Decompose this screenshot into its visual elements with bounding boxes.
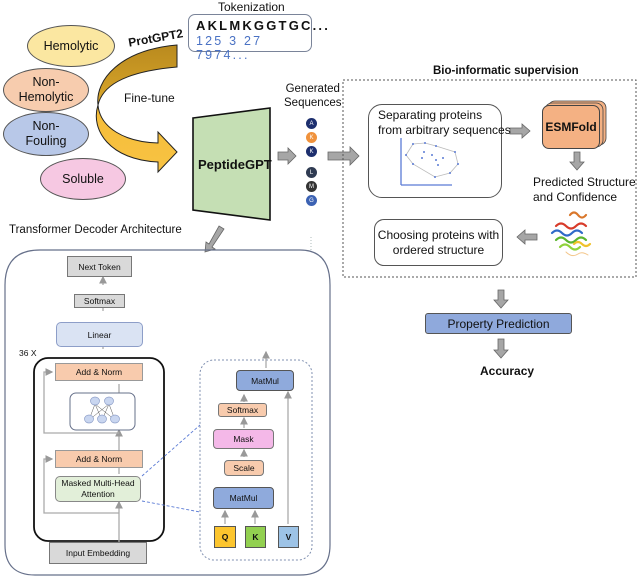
arrow-peptidegpt-to-decoder xyxy=(204,225,225,253)
token-letters: AKLMKGGTGC... xyxy=(196,18,331,33)
arrow-peptidegpt-to-sequences xyxy=(277,147,297,165)
input-embedding-box: Input Embedding xyxy=(49,542,147,564)
repeat-count-label: 36 X xyxy=(19,348,37,358)
separating-line2: from arbitrary sequences xyxy=(378,123,511,137)
scale-box: Scale xyxy=(224,460,264,476)
property-hemolytic: Hemolytic xyxy=(27,25,115,67)
matmul-bottom-box: MatMul xyxy=(213,487,274,509)
tokenization-box: AKLMKGGTGC... 125 3 27 7974... xyxy=(188,14,328,62)
choosing-line1: Choosing proteins with xyxy=(377,227,500,242)
generated-title-line1: Generated xyxy=(285,83,340,95)
attention-line2: Attention xyxy=(81,489,115,499)
arrow-property-to-accuracy xyxy=(493,338,509,359)
sequence-bead: A xyxy=(306,118,317,129)
arrow-structure-to-choosing xyxy=(516,229,538,245)
arrow-separating-to-esmfold xyxy=(509,123,531,139)
attention-line1: Masked Multi-Head xyxy=(61,478,135,488)
softmax-box: Softmax xyxy=(74,294,125,308)
accuracy-label: Accuracy xyxy=(480,364,535,378)
next-token-box: Next Token xyxy=(67,256,132,277)
attention-softmax-box: Softmax xyxy=(218,403,267,417)
arrow-supervision-to-property xyxy=(493,289,509,309)
predicted-line1: Predicted Structure xyxy=(533,175,636,189)
decoder-title: Transformer Decoder Architecture xyxy=(9,224,182,236)
choosing-proteins-box: Choosing proteins with ordered structure xyxy=(374,219,503,266)
property-non-fouling: Non- Fouling xyxy=(3,112,89,156)
predicted-structure-label: Predicted Structure and Confidence xyxy=(533,175,636,205)
add-norm-bottom-box: Add & Norm xyxy=(55,450,143,468)
sequence-bead: G xyxy=(306,195,317,206)
key-box: K xyxy=(245,526,266,548)
predicted-line2: and Confidence xyxy=(533,190,618,204)
token-ids: 125 3 27 7974... xyxy=(196,34,263,62)
separating-line1: Separating proteins xyxy=(378,108,483,122)
masked-attention-box: Masked Multi-Head Attention xyxy=(55,476,141,502)
add-norm-top-box: Add & Norm xyxy=(55,363,143,381)
property-soluble: Soluble xyxy=(40,158,126,200)
sequence-bead: M xyxy=(306,181,317,192)
mask-box: Mask xyxy=(213,429,274,449)
query-box: Q xyxy=(214,526,236,548)
separating-proteins-label: Separating proteins from arbitrary seque… xyxy=(378,108,511,138)
generated-title-line2: Sequences xyxy=(284,97,342,109)
esmfold-box: ESMFold xyxy=(542,105,600,149)
finetune-label: Fine-tune xyxy=(124,91,175,105)
sequence-bead: L xyxy=(306,167,317,178)
sequence-bead: K xyxy=(306,146,317,157)
property-prediction-box: Property Prediction xyxy=(425,313,572,334)
choosing-line2: ordered structure xyxy=(392,242,485,257)
property-non-hemolytic: Non- Hemolytic xyxy=(3,68,89,112)
finetune-curve-arrow xyxy=(95,44,178,174)
peptidegpt-label: PeptideGPT xyxy=(198,157,272,172)
tokenization-title: Tokenization xyxy=(218,0,285,14)
matmul-top-box: MatMul xyxy=(236,370,294,391)
value-box: V xyxy=(278,526,299,548)
protein-structure-icon xyxy=(550,211,592,257)
arrow-esmfold-to-predicted xyxy=(569,151,585,171)
supervision-title: Bio-informatic supervision xyxy=(433,65,579,77)
linear-box: Linear xyxy=(56,322,143,347)
sequence-bead: K xyxy=(306,132,317,143)
generated-sequences-title: Generated Sequences xyxy=(284,82,342,110)
feedforward-network-icon xyxy=(69,392,136,431)
